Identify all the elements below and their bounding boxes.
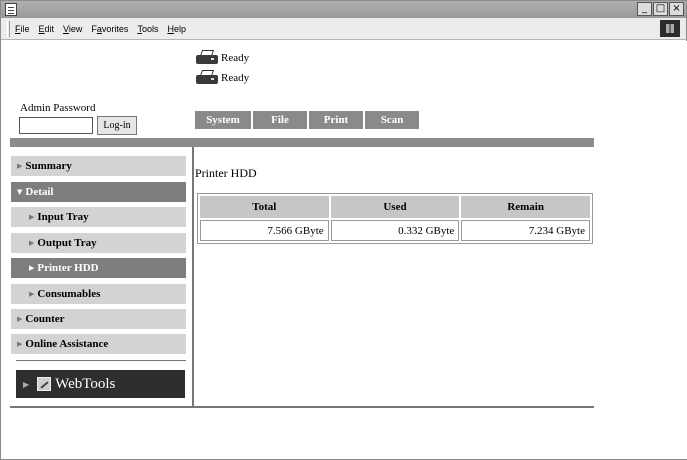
sidebar-item-label: Input Tray xyxy=(37,211,89,223)
menu-help[interactable]: Help xyxy=(167,24,186,34)
tab-system[interactable]: System xyxy=(195,111,251,129)
menu-favorites-rest: vorites xyxy=(101,23,129,34)
printer-icon xyxy=(195,50,219,65)
chevron-right-icon: ▶ xyxy=(17,162,23,170)
page-title: Printer HDD xyxy=(195,166,257,180)
sidebar-item-detail[interactable]: ▼ Detail xyxy=(11,182,186,202)
menu-help-rest: elp xyxy=(173,23,186,34)
close-button[interactable]: × xyxy=(669,2,684,16)
sidebar-item-output-tray[interactable]: ▶ Output Tray xyxy=(11,233,186,253)
chevron-right-icon: ▶ xyxy=(29,290,35,298)
webtools-label: WebTools xyxy=(55,375,116,392)
app-icon xyxy=(5,3,17,16)
sidebar-item-printer-hdd[interactable]: ▶ Printer HDD xyxy=(11,258,186,278)
menu-view-rest: iew xyxy=(68,23,83,34)
menu-bar: File Edit View Favorites Tools Help xyxy=(1,18,686,40)
password-input[interactable] xyxy=(19,117,93,134)
column-header-total: Total xyxy=(200,196,329,218)
hdd-table: Total Used Remain 7.566 GByte 0.332 GByt… xyxy=(197,193,593,244)
sidebar-item-label: Detail xyxy=(25,186,54,198)
cell-remain: 7.234 GByte xyxy=(461,220,590,241)
menu-file[interactable]: File xyxy=(15,24,30,34)
header-divider xyxy=(10,138,594,147)
sidebar-item-label: Output Tray xyxy=(37,237,97,249)
tab-scan[interactable]: Scan xyxy=(365,111,419,129)
chevron-right-icon: ▶ xyxy=(29,239,35,247)
status-row-1: Ready xyxy=(195,50,249,65)
menu-file-rest: ile xyxy=(20,23,30,34)
chevron-right-icon: ▶ xyxy=(29,264,35,272)
window-controls: _ □ × xyxy=(637,2,684,16)
sidebar-item-consumables[interactable]: ▶ Consumables xyxy=(11,284,186,304)
menu-tools-rest: ools xyxy=(141,23,159,34)
login-button[interactable]: Log-in xyxy=(97,116,137,135)
cell-used: 0.332 GByte xyxy=(330,220,460,241)
title-bar: _ □ × xyxy=(1,1,686,18)
menu-tools[interactable]: Tools xyxy=(137,24,158,34)
webtools-logo-icon xyxy=(37,377,52,391)
menu-edit[interactable]: Edit xyxy=(39,24,55,34)
admin-password-label: Admin Password xyxy=(20,102,96,114)
chevron-right-icon: ▶ xyxy=(17,315,23,323)
windows-logo-icon xyxy=(660,20,680,37)
tab-bar: System File Print Scan xyxy=(195,111,419,129)
chevron-right-icon: ▶ xyxy=(23,379,30,389)
sidebar-item-label: Online Assistance xyxy=(25,338,109,350)
chevron-right-icon: ▶ xyxy=(17,340,23,348)
tab-print[interactable]: Print xyxy=(309,111,363,129)
menu-favorites[interactable]: Favorites xyxy=(91,24,128,34)
sidebar-item-summary[interactable]: ▶ Summary xyxy=(11,156,186,176)
menu-edit-rest: dit xyxy=(44,23,55,34)
sidebar-item-counter[interactable]: ▶ Counter xyxy=(11,309,186,329)
sidebar-item-online-assistance[interactable]: ▶ Online Assistance xyxy=(11,334,186,354)
sidebar-item-input-tray[interactable]: ▶ Input Tray xyxy=(11,207,186,227)
webtools-button[interactable]: ▶ WebTools xyxy=(16,370,185,398)
maximize-button[interactable]: □ xyxy=(653,2,668,16)
cell-total: 7.566 GByte xyxy=(200,220,329,241)
tab-file[interactable]: File xyxy=(253,111,307,129)
sidebar-divider xyxy=(16,360,186,361)
browser-window: _ □ × File Edit View Favorites Tools Hel… xyxy=(0,0,687,460)
status-row-2: Ready xyxy=(195,70,249,85)
column-header-used: Used xyxy=(330,196,460,218)
toolbar-grip[interactable] xyxy=(7,20,10,37)
table-row: 7.566 GByte 0.332 GByte 7.234 GByte xyxy=(200,220,590,241)
sidebar-item-label: Printer HDD xyxy=(37,262,99,274)
table-header-row: Total Used Remain xyxy=(200,196,590,218)
sidebar-item-label: Summary xyxy=(25,160,72,172)
printer-icon xyxy=(195,70,219,85)
sidebar: ▶ Summary ▼ Detail ▶ Input Tray ▶ Output Tra… xyxy=(2,147,194,407)
minimize-button[interactable]: _ xyxy=(637,2,652,16)
status-text: Ready xyxy=(221,51,250,64)
chevron-right-icon: ▶ xyxy=(29,213,35,221)
column-header-remain: Remain xyxy=(461,196,590,218)
sidebar-item-label: Consumables xyxy=(37,288,101,300)
footer-divider xyxy=(10,406,594,408)
chevron-down-icon: ▼ xyxy=(17,188,23,196)
page-content: Ready Ready Admin Password Log-in System… xyxy=(2,41,687,459)
menu-view[interactable]: View xyxy=(63,24,82,34)
status-text: Ready xyxy=(221,71,250,84)
sidebar-item-label: Counter xyxy=(25,313,65,325)
